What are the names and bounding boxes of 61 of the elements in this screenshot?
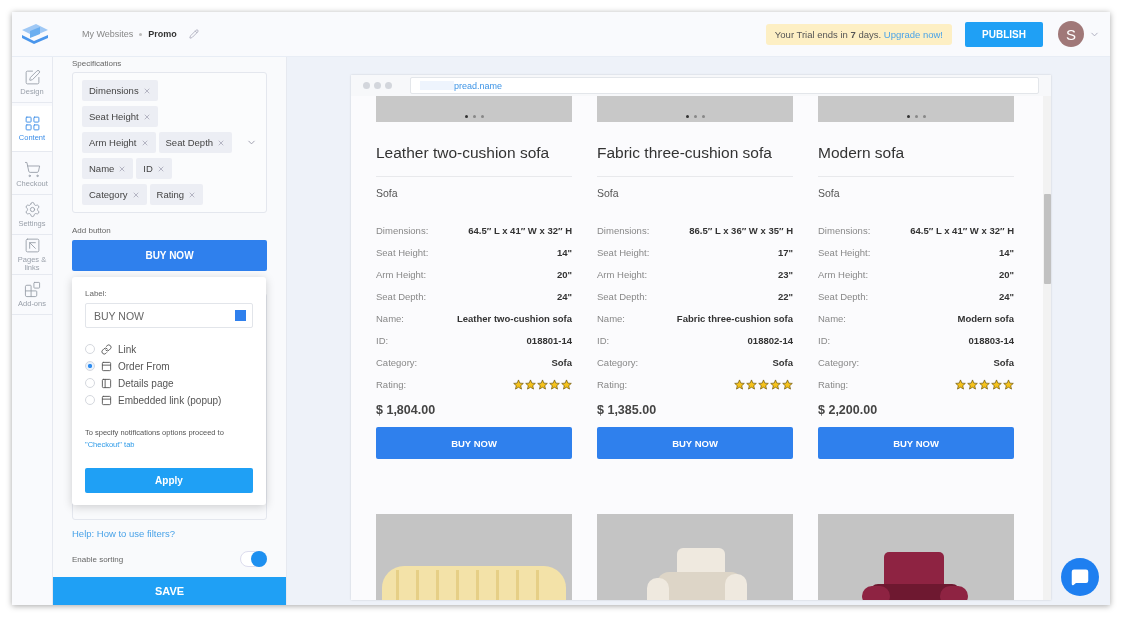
spec-value: 64.5″ L x 41″ W x 32″ H [910, 224, 1014, 236]
spec-value: Sofa [993, 356, 1014, 368]
spec-label: ID: [376, 334, 389, 346]
spec-value: 20" [556, 268, 572, 280]
spec-value: 018801-14 [526, 334, 572, 346]
spec-label: Arm Height: [597, 268, 648, 280]
spec-label: Dimensions: [597, 224, 650, 236]
spec-value: 17" [777, 246, 793, 258]
spec-label: Seat Depth: [597, 290, 648, 302]
spec-label: Seat Depth: [376, 290, 427, 302]
spec-value: Leather two-cushion sofa [456, 312, 572, 324]
spec-label: Rating: [597, 378, 628, 390]
spec-label: Name: [597, 312, 625, 324]
spec-value: 24" [998, 290, 1014, 302]
product-price: $ 2,200.00 [818, 403, 879, 417]
url-bar: pread.name [410, 77, 1039, 94]
spec-label: Seat Height: [818, 246, 871, 258]
spec-value: Sofa [551, 356, 572, 368]
spec-value: 86.5″ L x 36″ W x 35″ H [689, 224, 793, 236]
sorting-label: Enable sorting [72, 554, 124, 564]
spec-label: Name: [376, 312, 404, 324]
spec-label: Category: [597, 356, 639, 368]
trial-notice: Your Trial ends in 7 days. Upgrade now! [765, 23, 952, 45]
product-title: Fabric three-cushion sofa [597, 144, 773, 163]
section-label: Specifications [72, 59, 123, 68]
product-title: Modern sofa [818, 144, 906, 163]
spec-label: ID: [597, 334, 610, 346]
spec-value: 23" [777, 268, 793, 280]
section-label: Add button [72, 226, 112, 235]
spec-label: Seat Height: [376, 246, 429, 258]
spec-value: Sofa [772, 356, 793, 368]
spec-value: 20" [998, 268, 1014, 280]
spec-value: 24" [556, 290, 572, 302]
spec-label: Category: [818, 356, 860, 368]
spec-value: Modern sofa [957, 312, 1014, 324]
spec-label: Arm Height: [376, 268, 427, 280]
spec-value: 14" [556, 246, 572, 258]
spec-label: Arm Height: [818, 268, 869, 280]
product-title: Leather two-cushion sofa [376, 144, 551, 163]
spec-value: 64.5″ L x 41″ W x 32″ H [468, 224, 572, 236]
spec-label: Name: [818, 312, 846, 324]
spec-value: 018803-14 [968, 334, 1014, 346]
spec-label: Rating: [818, 378, 849, 390]
spec-label: Seat Height: [597, 246, 650, 258]
page-title: Promo [148, 29, 177, 39]
product-price: $ 1,804.00 [376, 403, 437, 417]
product-price: $ 1,385.00 [597, 403, 658, 417]
field-label: Label: [85, 289, 108, 298]
spec-label: Dimensions: [376, 224, 429, 236]
spec-value: Fabric three-cushion sofa [676, 312, 793, 324]
spec-label: Seat Depth: [818, 290, 869, 302]
spec-value: 018802-14 [747, 334, 793, 346]
spec-label: Category: [376, 356, 418, 368]
spec-value: 22" [777, 290, 793, 302]
spec-value: 14" [998, 246, 1014, 258]
product-category: Sofa [818, 187, 841, 199]
spec-label: Rating: [376, 378, 407, 390]
product-category: Sofa [376, 187, 399, 199]
spec-label: Dimensions: [818, 224, 871, 236]
product-category: Sofa [597, 187, 620, 199]
spec-label: ID: [818, 334, 831, 346]
